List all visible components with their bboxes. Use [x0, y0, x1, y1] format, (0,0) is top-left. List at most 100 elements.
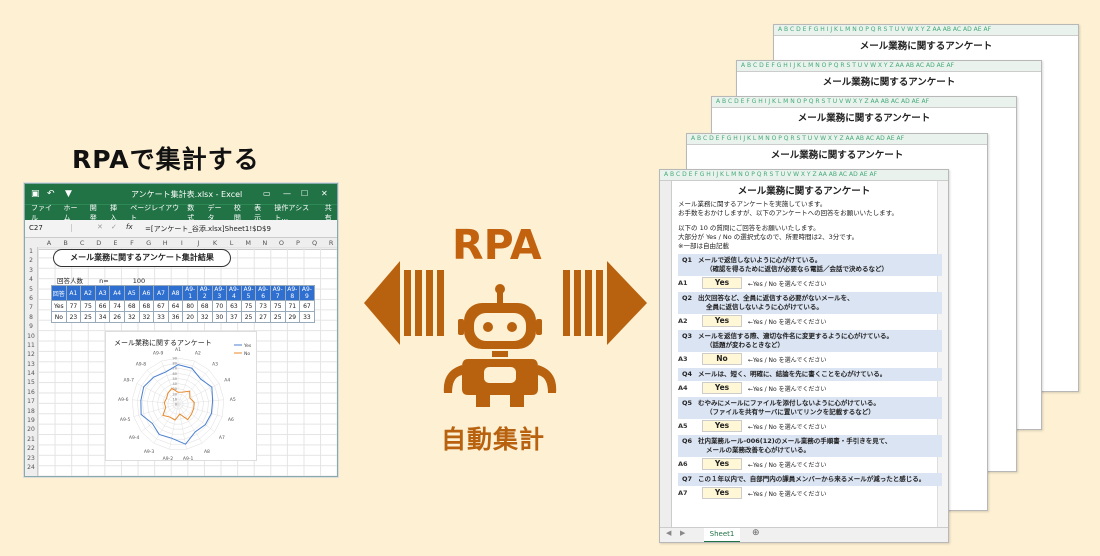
- header-cell[interactable]: A9-3: [211, 285, 228, 301]
- table-cell[interactable]: 70: [211, 300, 228, 312]
- table-cell[interactable]: 26: [109, 311, 125, 323]
- header-cell[interactable]: A7: [153, 285, 169, 301]
- column-header[interactable]: N: [257, 239, 273, 247]
- table-cell[interactable]: 23: [65, 311, 82, 323]
- table-cell[interactable]: 30: [211, 311, 228, 323]
- table-cell[interactable]: 32: [196, 311, 213, 323]
- header-cell[interactable]: A3: [94, 285, 111, 301]
- column-header[interactable]: D: [91, 239, 107, 247]
- header-cell[interactable]: A9-5: [240, 285, 257, 301]
- table-cell[interactable]: 80: [182, 300, 198, 312]
- table-cell[interactable]: 71: [284, 300, 301, 312]
- column-header[interactable]: K: [207, 239, 223, 247]
- column-header[interactable]: C: [74, 239, 90, 247]
- row-header[interactable]: 20: [25, 425, 37, 434]
- table-cell[interactable]: 63: [226, 300, 242, 312]
- column-header[interactable]: A: [41, 239, 57, 247]
- header-cell[interactable]: A9-2: [196, 285, 213, 301]
- formula-input[interactable]: =[アンケート_谷添.xlsx]Sheet1!$D$9: [145, 224, 271, 234]
- header-cell[interactable]: 回答: [51, 285, 67, 301]
- row-header[interactable]: 1: [25, 247, 37, 256]
- function-icon[interactable]: fx: [126, 223, 133, 231]
- table-cell[interactable]: 75: [269, 300, 286, 312]
- header-cell[interactable]: A8: [167, 285, 184, 301]
- column-header[interactable]: E: [107, 239, 123, 247]
- header-cell[interactable]: A4: [109, 285, 125, 301]
- table-cell[interactable]: 29: [284, 311, 301, 323]
- tab-nav-next-icon[interactable]: ▶: [680, 529, 685, 537]
- table-cell[interactable]: 33: [153, 311, 169, 323]
- row-header[interactable]: 21: [25, 435, 37, 444]
- row-header[interactable]: 13: [25, 360, 37, 369]
- table-cell[interactable]: 68: [138, 300, 155, 312]
- table-cell[interactable]: 75: [80, 300, 96, 312]
- row-header[interactable]: 14: [25, 369, 37, 378]
- answer-select[interactable]: Yes: [702, 458, 742, 470]
- table-cell[interactable]: 73: [255, 300, 271, 312]
- table-cell[interactable]: 64: [167, 300, 184, 312]
- table-cell[interactable]: 32: [123, 311, 140, 323]
- table-cell[interactable]: 67: [153, 300, 169, 312]
- row-header[interactable]: 8: [25, 313, 37, 322]
- table-cell[interactable]: 33: [299, 311, 315, 323]
- enter-icon[interactable]: ✓: [111, 223, 117, 231]
- answer-select[interactable]: Yes: [702, 382, 742, 394]
- table-cell[interactable]: 37: [226, 311, 242, 323]
- table-cell[interactable]: 27: [255, 311, 271, 323]
- column-header[interactable]: F: [124, 239, 140, 247]
- row-header[interactable]: 23: [25, 454, 37, 463]
- table-cell[interactable]: 25: [80, 311, 96, 323]
- row-header[interactable]: 16: [25, 388, 37, 397]
- table-cell[interactable]: 20: [182, 311, 198, 323]
- row-header[interactable]: 15: [25, 378, 37, 387]
- save-icon[interactable]: ▣: [31, 189, 40, 199]
- sheet-tab[interactable]: Sheet1: [704, 528, 740, 542]
- header-cell[interactable]: A5: [123, 285, 140, 301]
- row-header[interactable]: 7: [25, 303, 37, 312]
- answer-select[interactable]: Yes: [702, 277, 742, 289]
- row-header[interactable]: 5: [25, 285, 37, 294]
- column-header[interactable]: Q: [307, 239, 323, 247]
- table-cell[interactable]: 66: [94, 300, 111, 312]
- column-header[interactable]: L: [224, 239, 240, 247]
- answer-select[interactable]: Yes: [702, 315, 742, 327]
- table-cell[interactable]: 36: [167, 311, 184, 323]
- answer-select[interactable]: Yes: [702, 420, 742, 432]
- header-cell[interactable]: A9-4: [226, 285, 242, 301]
- column-header[interactable]: J: [190, 239, 206, 247]
- row-header[interactable]: 12: [25, 350, 37, 359]
- header-cell[interactable]: A9-8: [284, 285, 301, 301]
- ribbon-options-icon[interactable]: ▭: [263, 189, 271, 198]
- table-cell[interactable]: 74: [109, 300, 125, 312]
- row-header[interactable]: 6: [25, 294, 37, 303]
- column-header[interactable]: B: [58, 239, 74, 247]
- radar-chart[interactable]: メール業務に関するアンケート A1 A2 A3 A4 A5 A6 A7 A8 A9-1 A9-2 A…: [105, 331, 257, 462]
- column-header[interactable]: O: [273, 239, 289, 247]
- header-cell[interactable]: A9-9: [299, 285, 315, 301]
- minimize-icon[interactable]: —: [283, 189, 291, 198]
- table-cell[interactable]: 68: [123, 300, 140, 312]
- row-header[interactable]: 3: [25, 266, 37, 275]
- row-header[interactable]: 11: [25, 341, 37, 350]
- column-header[interactable]: G: [141, 239, 157, 247]
- header-cell[interactable]: A2: [80, 285, 96, 301]
- header-cell[interactable]: A9-1: [182, 285, 198, 301]
- row-header[interactable]: 17: [25, 397, 37, 406]
- table-cell[interactable]: 34: [94, 311, 111, 323]
- table-cell[interactable]: Yes: [51, 300, 67, 312]
- column-header[interactable]: H: [157, 239, 173, 247]
- undo-icon[interactable]: ↶: [47, 189, 55, 199]
- table-cell[interactable]: 77: [65, 300, 82, 312]
- answer-select[interactable]: No: [702, 353, 742, 365]
- row-header[interactable]: 19: [25, 416, 37, 425]
- column-header[interactable]: R: [323, 239, 337, 247]
- table-cell[interactable]: 75: [240, 300, 257, 312]
- table-cell[interactable]: 68: [196, 300, 213, 312]
- row-header[interactable]: 4: [25, 275, 37, 284]
- column-header[interactable]: P: [290, 239, 306, 247]
- table-cell[interactable]: No: [51, 311, 67, 323]
- close-icon[interactable]: ✕: [321, 189, 328, 198]
- header-cell[interactable]: A9-7: [269, 285, 286, 301]
- column-header[interactable]: M: [240, 239, 256, 247]
- table-cell[interactable]: 25: [269, 311, 286, 323]
